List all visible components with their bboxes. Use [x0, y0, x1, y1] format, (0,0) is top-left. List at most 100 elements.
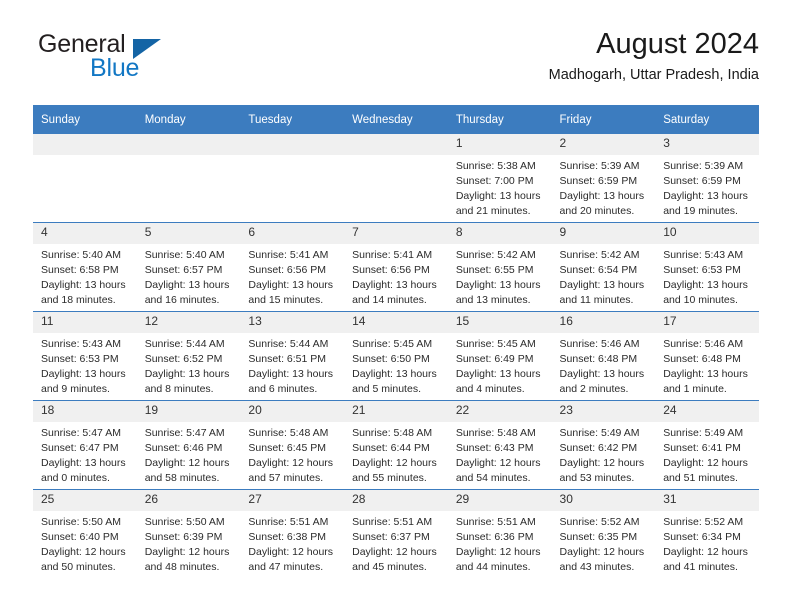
calendar-day-cell[interactable]: 21 Sunrise: 5:48 AM Sunset: 6:44 PM Dayligh… [344, 400, 448, 490]
sunset-time: Sunset: 6:48 PM [663, 352, 741, 365]
calendar-day-cell[interactable]: 19 Sunrise: 5:47 AM Sunset: 6:46 PM Dayligh… [136, 400, 241, 490]
calendar-day-cell[interactable]: 4 Sunrise: 5:40 AM Sunset: 6:58 PM Daylight… [33, 222, 137, 312]
sunrise-time: Sunrise: 5:51 AM [352, 516, 433, 528]
calendar-day-cell[interactable]: 23 Sunrise: 5:49 AM Sunset: 6:42 PM Dayligh… [551, 400, 656, 490]
day-number: 3 [655, 134, 759, 155]
calendar-day-cell[interactable]: 14 Sunrise: 5:45 AM Sunset: 6:50 PM Dayligh… [344, 311, 448, 401]
day-number [344, 134, 448, 155]
daylight-duration-line1: Daylight: 13 hours [559, 278, 645, 291]
calendar-day-cell[interactable]: 30 Sunrise: 5:52 AM Sunset: 6:35 PM Dayligh… [551, 489, 656, 578]
calendar-day-cell[interactable]: 8 Sunrise: 5:42 AM Sunset: 6:55 PM Daylight… [447, 222, 552, 312]
calendar-week-row: 25 Sunrise: 5:50 AM Sunset: 6:40 PM Dayligh… [33, 489, 759, 578]
day-number: 21 [344, 401, 448, 422]
sunrise-time: Sunrise: 5:47 AM [41, 427, 121, 439]
sunset-time: Sunset: 6:57 PM [144, 263, 223, 276]
daylight-duration-line1: Daylight: 13 hours [41, 456, 126, 469]
sunset-time: Sunset: 6:38 PM [248, 530, 327, 543]
sunrise-time: Sunrise: 5:39 AM [663, 160, 744, 172]
sunrise-time: Sunrise: 5:44 AM [248, 338, 329, 350]
daylight-duration-line2: and 53 minutes. [559, 471, 635, 484]
calendar-day-cell[interactable]: 5 Sunrise: 5:40 AM Sunset: 6:57 PM Daylight… [136, 222, 241, 312]
calendar-day-cell-empty [33, 134, 137, 223]
daylight-duration-line2: and 1 minute. [663, 382, 727, 395]
day-number: 5 [136, 223, 241, 244]
daylight-duration-line1: Daylight: 13 hours [559, 367, 645, 380]
calendar-header-row-group: Sunday Monday Tuesday Wednesday Thursday… [33, 105, 759, 134]
calendar-day-cell[interactable]: 9 Sunrise: 5:42 AM Sunset: 6:54 PM Daylight… [551, 222, 656, 312]
daylight-duration-line2: and 43 minutes. [559, 560, 635, 573]
calendar-day-cell[interactable]: 29 Sunrise: 5:51 AM Sunset: 6:36 PM Dayligh… [447, 489, 552, 578]
sunrise-time: Sunrise: 5:45 AM [455, 338, 536, 350]
sunrise-time: Sunrise: 5:40 AM [41, 249, 121, 261]
day-number [136, 134, 241, 155]
day-details: Sunrise: 5:51 AM Sunset: 6:37 PM Daylight:… [344, 511, 448, 575]
day-details: Sunrise: 5:39 AM Sunset: 6:59 PM Daylight:… [552, 155, 656, 219]
calendar-day-cell[interactable]: 25 Sunrise: 5:50 AM Sunset: 6:40 PM Dayligh… [33, 489, 137, 578]
sunrise-time: Sunrise: 5:43 AM [663, 249, 744, 261]
day-details: Sunrise: 5:42 AM Sunset: 6:55 PM Daylight:… [448, 244, 552, 308]
day-details: Sunrise: 5:49 AM Sunset: 6:42 PM Daylight:… [552, 422, 656, 486]
calendar-day-cell[interactable]: 15 Sunrise: 5:45 AM Sunset: 6:49 PM Dayligh… [447, 311, 552, 401]
calendar-day-cell[interactable]: 31 Sunrise: 5:52 AM Sunset: 6:34 PM Dayligh… [655, 489, 759, 578]
calendar-day-cell[interactable]: 27 Sunrise: 5:51 AM Sunset: 6:38 PM Dayligh… [240, 489, 345, 578]
day-details: Sunrise: 5:42 AM Sunset: 6:54 PM Daylight:… [552, 244, 656, 308]
calendar-week-row: 11 Sunrise: 5:43 AM Sunset: 6:53 PM Dayligh… [33, 311, 759, 401]
sunset-time: Sunset: 6:56 PM [248, 263, 327, 276]
daylight-duration-line1: Daylight: 12 hours [248, 545, 334, 558]
sunrise-time: Sunrise: 5:42 AM [559, 249, 640, 261]
calendar-day-cell[interactable]: 18 Sunrise: 5:47 AM Sunset: 6:47 PM Dayligh… [33, 400, 137, 490]
daylight-duration-line2: and 2 minutes. [559, 382, 629, 395]
calendar-day-cell[interactable]: 11 Sunrise: 5:43 AM Sunset: 6:53 PM Dayligh… [33, 311, 137, 401]
daylight-duration-line2: and 15 minutes. [248, 293, 324, 306]
calendar-day-cell[interactable]: 6 Sunrise: 5:41 AM Sunset: 6:56 PM Daylight… [240, 222, 345, 312]
day-number: 22 [447, 401, 552, 422]
calendar-day-cell[interactable]: 17 Sunrise: 5:46 AM Sunset: 6:48 PM Dayligh… [655, 311, 759, 401]
calendar-day-cell[interactable]: 7 Sunrise: 5:41 AM Sunset: 6:56 PM Daylight… [344, 222, 448, 312]
daylight-duration-line2: and 13 minutes. [455, 293, 531, 306]
day-number: 26 [136, 490, 241, 511]
sunrise-time: Sunrise: 5:38 AM [455, 160, 536, 172]
calendar-day-cell[interactable]: 13 Sunrise: 5:44 AM Sunset: 6:51 PM Dayligh… [240, 311, 345, 401]
calendar-day-cell[interactable]: 26 Sunrise: 5:50 AM Sunset: 6:39 PM Dayligh… [136, 489, 241, 578]
sunset-time: Sunset: 7:00 PM [455, 174, 534, 187]
sunset-time: Sunset: 6:45 PM [248, 441, 327, 454]
daylight-duration-line1: Daylight: 13 hours [41, 367, 126, 380]
daylight-duration-line2: and 55 minutes. [352, 471, 427, 484]
calendar-day-cell[interactable]: 3 Sunrise: 5:39 AM Sunset: 6:59 PM Daylight… [655, 134, 759, 223]
weekday-header-row: Sunday Monday Tuesday Wednesday Thursday… [33, 105, 759, 134]
calendar-week-row: 4 Sunrise: 5:40 AM Sunset: 6:58 PM Daylight… [33, 222, 759, 312]
calendar-day-cell[interactable]: 10 Sunrise: 5:43 AM Sunset: 6:53 PM Dayligh… [655, 222, 759, 312]
day-details: Sunrise: 5:41 AM Sunset: 6:56 PM Daylight:… [344, 244, 448, 308]
daylight-duration-line2: and 58 minutes. [144, 471, 220, 484]
day-details: Sunrise: 5:44 AM Sunset: 6:51 PM Daylight:… [240, 333, 344, 397]
weekday-header-thursday: Thursday [447, 105, 552, 134]
weekday-header-wednesday: Wednesday [344, 105, 448, 134]
calendar-day-cell[interactable]: 1 Sunrise: 5:38 AM Sunset: 7:00 PM Daylight… [447, 134, 552, 223]
day-details: Sunrise: 5:39 AM Sunset: 6:59 PM Daylight:… [655, 155, 759, 219]
sunrise-time: Sunrise: 5:48 AM [352, 427, 433, 439]
daylight-duration-line1: Daylight: 12 hours [248, 456, 334, 469]
sunset-time: Sunset: 6:41 PM [663, 441, 741, 454]
general-blue-logo[interactable]: General Blue [33, 32, 263, 94]
day-number: 4 [33, 223, 137, 244]
calendar-day-cell[interactable]: 22 Sunrise: 5:48 AM Sunset: 6:43 PM Dayligh… [447, 400, 552, 490]
calendar-day-cell[interactable]: 2 Sunrise: 5:39 AM Sunset: 6:59 PM Daylight… [551, 134, 656, 223]
day-number: 1 [447, 134, 552, 155]
calendar-day-cell-empty [136, 134, 241, 223]
daylight-duration-line2: and 0 minutes. [41, 471, 110, 484]
day-details: Sunrise: 5:50 AM Sunset: 6:40 PM Daylight:… [33, 511, 137, 575]
sunrise-time: Sunrise: 5:44 AM [144, 338, 225, 350]
calendar-day-cell[interactable]: 12 Sunrise: 5:44 AM Sunset: 6:52 PM Dayligh… [136, 311, 241, 401]
calendar-day-cell[interactable]: 28 Sunrise: 5:51 AM Sunset: 6:37 PM Dayligh… [344, 489, 448, 578]
calendar-day-cell[interactable]: 16 Sunrise: 5:46 AM Sunset: 6:48 PM Dayligh… [551, 311, 656, 401]
day-number: 30 [551, 490, 656, 511]
day-details: Sunrise: 5:46 AM Sunset: 6:48 PM Daylight:… [655, 333, 759, 397]
calendar-day-cell[interactable]: 24 Sunrise: 5:49 AM Sunset: 6:41 PM Dayligh… [655, 400, 759, 490]
day-number: 18 [33, 401, 137, 422]
day-number: 25 [33, 490, 137, 511]
sunset-time: Sunset: 6:53 PM [663, 263, 741, 276]
daylight-duration-line1: Daylight: 13 hours [248, 367, 334, 380]
sunset-time: Sunset: 6:58 PM [41, 263, 119, 276]
sunrise-time: Sunrise: 5:48 AM [248, 427, 329, 439]
calendar-day-cell[interactable]: 20 Sunrise: 5:48 AM Sunset: 6:45 PM Dayligh… [240, 400, 345, 490]
